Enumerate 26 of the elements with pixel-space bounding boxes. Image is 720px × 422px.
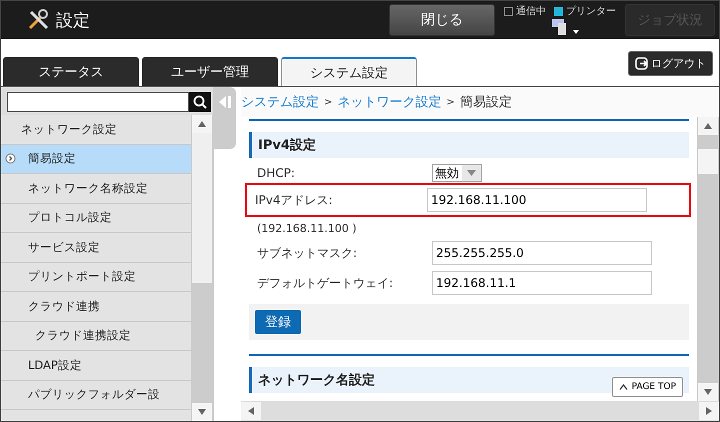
breadcrumb-separator: >	[446, 96, 455, 108]
input-field[interactable]: 192.168.11.100	[427, 188, 647, 212]
page-top-button[interactable]: PAGE TOP	[612, 377, 683, 397]
field-label: IPv4アドレス:	[255, 192, 334, 208]
field-label: デフォルトゲートウェイ:	[257, 274, 394, 292]
status-label: プリンター	[566, 4, 616, 18]
status-label: 通信中	[516, 4, 546, 18]
hint-text: (192.168.11.100 )	[256, 221, 358, 237]
input-field[interactable]: 192.168.11.1	[432, 271, 652, 295]
breadcrumb-separator: >	[324, 96, 332, 108]
dhcp-dropdown[interactable]: 無効	[432, 164, 482, 182]
section-heading: IPv4設定	[249, 132, 689, 158]
tab[interactable]: ステータス	[3, 57, 139, 86]
header-title: 設定	[56, 10, 90, 32]
tab[interactable]: ユーザー管理	[142, 57, 278, 86]
input-field[interactable]: 255.255.255.0	[432, 241, 652, 265]
register-button[interactable]: 登録	[255, 310, 301, 334]
field-label: サブネットマスク:	[257, 244, 358, 262]
breadcrumb-current: 簡易設定	[460, 94, 512, 111]
sidebar-item[interactable]: 簡易設定	[1, 144, 191, 174]
breadcrumb-link[interactable]: システム設定	[241, 93, 319, 111]
breadcrumb-link[interactable]: ネットワーク設定	[337, 93, 442, 111]
close-button[interactable]: 閉じる	[389, 4, 495, 36]
tab[interactable]: システム設定	[281, 57, 417, 86]
logout-button[interactable]: ログアウト	[628, 51, 713, 76]
field-label: DHCP:	[257, 166, 296, 180]
